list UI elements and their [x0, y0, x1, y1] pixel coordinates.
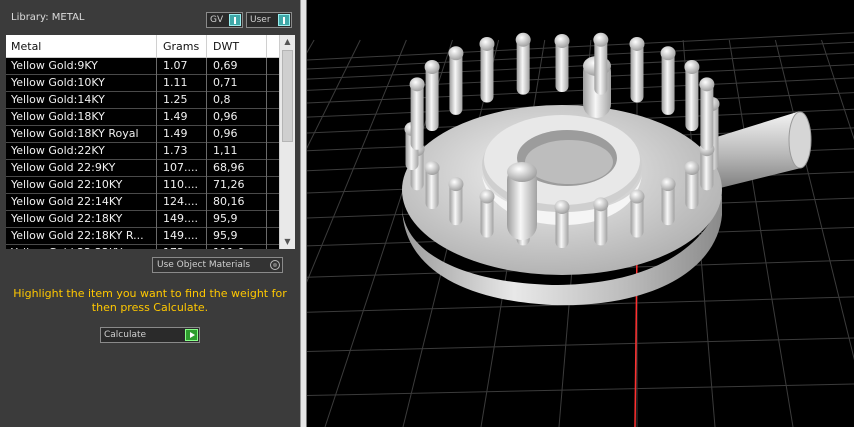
3d-viewport[interactable] — [307, 0, 854, 427]
prong — [479, 189, 495, 238]
prong — [448, 177, 464, 226]
toggle-switch-icon — [278, 14, 290, 26]
calculate-label: Calculate — [104, 330, 147, 340]
table-body: Yellow Gold:9KY 1.07 0,69 Yellow Gold:10KY 1… — [6, 58, 279, 249]
column-header-dwt[interactable]: DWT — [208, 35, 267, 58]
user-toggle-label: User — [250, 15, 271, 25]
cell-grams: 1.25 — [158, 92, 207, 109]
shaft-model[interactable] — [707, 111, 812, 190]
prong — [593, 197, 609, 246]
metal-table: Metal Grams DWT Yellow Gold:9KY 1.07 0,69 Y… — [6, 35, 295, 249]
table-row[interactable]: Yellow Gold:18KY 1.49 0,96 — [6, 109, 279, 126]
use-object-materials-label: Use Object Materials — [157, 260, 251, 270]
prong — [684, 60, 700, 131]
cell-metal: Yellow Gold 22:18KY — [6, 211, 157, 228]
cell-grams: 1.11 — [158, 75, 207, 92]
cell-dwt: 95,9 — [208, 228, 267, 245]
cell-metal: Yellow Gold:18KY Royal — [6, 126, 157, 143]
table-row[interactable]: Yellow Gold 22:18KY R... 149.... 95,9 — [6, 228, 279, 245]
table-row[interactable]: Yellow Gold:22KY 1.73 1,11 — [6, 143, 279, 160]
cell-grams: 110.... — [158, 177, 207, 194]
prong — [660, 177, 676, 226]
radio-icon[interactable] — [270, 260, 280, 270]
cell-dwt: 68,96 — [208, 160, 267, 177]
cell-metal: Yellow Gold:14KY — [6, 92, 157, 109]
cell-dwt: 0,69 — [208, 58, 267, 75]
weight-panel: Library: METAL GV User Metal Grams DWT Y… — [0, 0, 300, 427]
panel-splitter[interactable] — [300, 0, 307, 427]
cell-grams: 1.49 — [158, 109, 207, 126]
cell-metal: Yellow Gold:10KY — [6, 75, 157, 92]
calculate-button[interactable]: Calculate — [100, 327, 200, 343]
prong — [424, 161, 440, 209]
prong — [684, 161, 700, 209]
cell-dwt: 0,96 — [208, 109, 267, 126]
prong — [507, 162, 537, 240]
table-row[interactable]: Yellow Gold 22:18KY 149.... 95,9 — [6, 211, 279, 228]
cell-grams: 172.... — [158, 245, 207, 249]
table-row[interactable]: Yellow Gold 22:14KY 124.... 80,16 — [6, 194, 279, 211]
cell-grams: 149.... — [158, 211, 207, 228]
cell-metal: Yellow Gold 22:10KY — [6, 177, 157, 194]
panel-header: Library: METAL GV User — [0, 0, 300, 34]
table-row[interactable]: Yellow Gold:9KY 1.07 0,69 — [6, 58, 279, 75]
scroll-up-arrow-icon[interactable]: ▲ — [280, 35, 295, 49]
cell-metal: Yellow Gold 22:22KY — [6, 245, 157, 249]
cell-metal: Yellow Gold 22:9KY — [6, 160, 157, 177]
cell-dwt: 95,9 — [208, 211, 267, 228]
cell-metal: Yellow Gold:18KY — [6, 109, 157, 126]
library-label: Library: METAL — [11, 12, 85, 23]
prong — [593, 32, 609, 95]
prong — [554, 34, 570, 92]
prong — [660, 46, 676, 115]
prong — [554, 200, 570, 248]
table-header: Metal Grams DWT — [6, 35, 279, 58]
scroll-down-arrow-icon[interactable]: ▼ — [280, 235, 295, 249]
toggle-switch-icon — [229, 14, 241, 26]
scroll-thumb[interactable] — [282, 50, 293, 142]
cell-grams: 1.73 — [158, 143, 207, 160]
cell-grams: 107.... — [158, 160, 207, 177]
user-toggle[interactable]: User — [246, 12, 292, 28]
instruction-text: Highlight the item you want to find the … — [13, 287, 287, 314]
cell-dwt: 0,71 — [208, 75, 267, 92]
cell-metal: Yellow Gold:9KY — [6, 58, 157, 75]
column-header-metal[interactable]: Metal — [6, 35, 157, 58]
prong — [409, 77, 425, 150]
cell-dwt: 1,11 — [208, 143, 267, 160]
prong — [424, 60, 440, 131]
prong — [479, 36, 495, 103]
prong — [448, 46, 464, 115]
cell-grams: 149.... — [158, 228, 207, 245]
prong — [629, 36, 645, 103]
cell-dwt: 71,26 — [208, 177, 267, 194]
viewport-canvas[interactable] — [307, 0, 854, 427]
table-row[interactable]: Yellow Gold:14KY 1.25 0,8 — [6, 92, 279, 109]
play-arrow-icon — [185, 329, 198, 341]
gv-toggle[interactable]: GV — [206, 12, 243, 28]
cell-dwt: 111,0 — [208, 245, 267, 249]
table-row[interactable]: Yellow Gold 22:9KY 107.... 68,96 — [6, 160, 279, 177]
cell-grams: 1.49 — [158, 126, 207, 143]
table-row[interactable]: Yellow Gold:18KY Royal 1.49 0,96 — [6, 126, 279, 143]
use-object-materials-option[interactable]: Use Object Materials — [152, 257, 283, 273]
table-row[interactable]: Yellow Gold 22:22KY172....111,0 — [6, 245, 279, 249]
cell-metal: Yellow Gold 22:14KY — [6, 194, 157, 211]
prong — [629, 189, 645, 238]
cell-dwt: 0,8 — [208, 92, 267, 109]
gv-toggle-label: GV — [210, 15, 224, 25]
prong — [699, 77, 715, 150]
cell-metal: Yellow Gold 22:18KY R... — [6, 228, 157, 245]
column-header-grams[interactable]: Grams — [158, 35, 207, 58]
table-row[interactable]: Yellow Gold 22:10KY 110.... 71,26 — [6, 177, 279, 194]
table-scrollbar[interactable]: ▲ ▼ — [279, 35, 295, 249]
prong — [515, 32, 531, 95]
table-row[interactable]: Yellow Gold:10KY 1.11 0,71 — [6, 75, 279, 92]
cell-grams: 124.... — [158, 194, 207, 211]
cell-metal: Yellow Gold:22KY — [6, 143, 157, 160]
cell-dwt: 0,96 — [208, 126, 267, 143]
cell-grams: 1.07 — [158, 58, 207, 75]
cell-dwt: 80,16 — [208, 194, 267, 211]
